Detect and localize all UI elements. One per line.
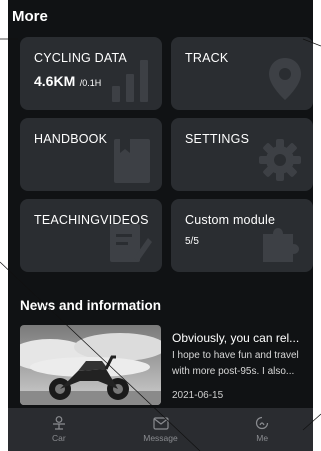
settings-label: SETTINGS — [185, 132, 250, 146]
cycling-data-card[interactable]: CYCLING DATA 4.6KM /0.1H — [20, 37, 162, 110]
page-title: More — [12, 8, 48, 25]
news-item-summary: I hope to have fun and travel with more … — [172, 350, 299, 377]
puzzle-icon — [263, 228, 299, 262]
teaching-videos-card[interactable]: TEACHINGVIDEOS — [20, 199, 162, 272]
book-icon — [114, 139, 150, 183]
tab-me-label: Me — [256, 433, 269, 443]
news-item-title[interactable]: Obviously, you can rel... — [172, 331, 310, 345]
cycling-data-value: 4.6KM /0.1H — [34, 73, 101, 91]
document-edit-icon — [110, 224, 152, 262]
app-screen: More CYCLING DATA 4.6KM /0.1H TRACK HAND… — [8, 0, 313, 451]
track-label: TRACK — [185, 51, 229, 65]
motorcycle-photo — [20, 325, 161, 405]
car-icon — [52, 416, 65, 430]
tab-car[interactable]: Car — [8, 408, 110, 451]
gear-icon — [259, 139, 301, 181]
news-thumbnail[interactable] — [20, 325, 161, 405]
distance-value: 4.6KM — [34, 73, 76, 89]
news-section-title: News and information — [20, 298, 162, 313]
handbook-label: HANDBOOK — [34, 132, 108, 146]
tab-message-label: Message — [143, 432, 178, 443]
tab-car-label: Car — [51, 433, 66, 443]
track-card[interactable]: TRACK — [171, 37, 313, 110]
news-item-date: 2021-06-15 — [172, 390, 224, 401]
tab-message[interactable]: Message — [110, 408, 212, 451]
location-pin-icon — [269, 58, 301, 100]
me-icon — [256, 416, 269, 430]
bar-chart-icon — [112, 60, 148, 102]
custom-module-count: 5/5 — [185, 236, 199, 247]
custom-module-card[interactable]: Custom module 5/5 — [171, 199, 313, 272]
message-icon — [152, 416, 169, 430]
distance-unit: /0.1H — [79, 78, 102, 88]
bottom-tab-bar: Car Message Me — [8, 408, 313, 451]
settings-card[interactable]: SETTINGS — [171, 118, 313, 191]
handbook-card[interactable]: HANDBOOK — [20, 118, 162, 191]
tab-me[interactable]: Me — [211, 408, 313, 451]
